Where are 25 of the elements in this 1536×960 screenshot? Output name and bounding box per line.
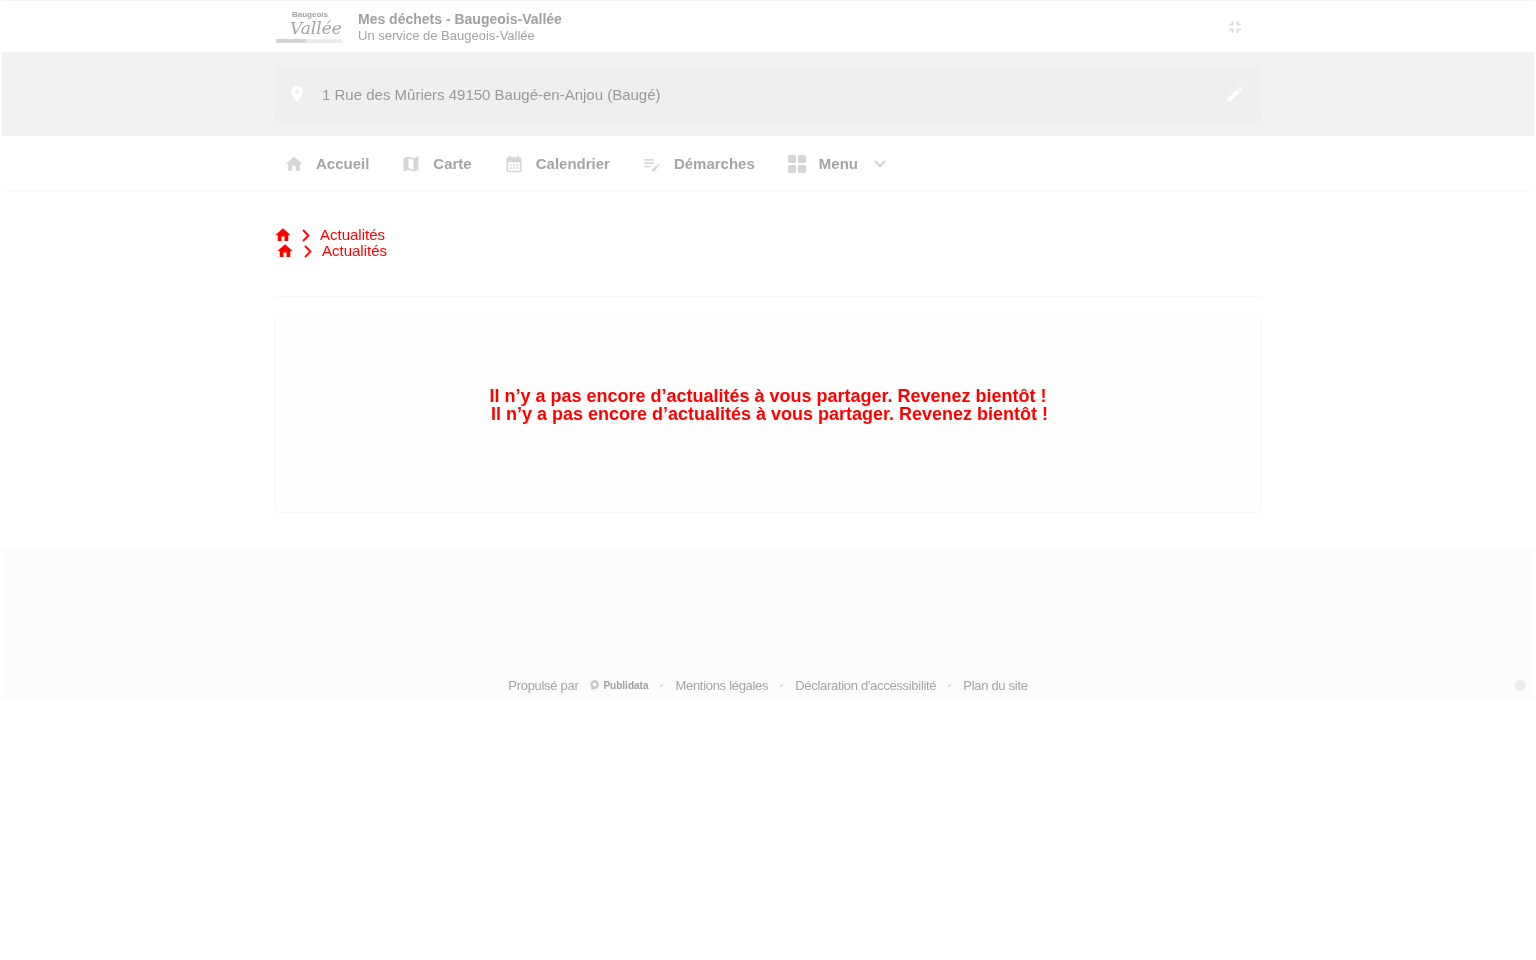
home-icon[interactable] [276, 242, 294, 260]
logo-text: Baugeois [292, 10, 328, 19]
footer-link[interactable]: Plan du site [963, 677, 1028, 693]
logo-script-text: Vallée [290, 19, 342, 37]
home-icon[interactable] [274, 226, 292, 244]
publidata-link[interactable]: Publidata [590, 679, 649, 691]
nav-link[interactable]: Calendrier [493, 145, 620, 182]
powered-by-text: Propulsé par [508, 677, 579, 693]
breadcrumb-current: Actualités [320, 227, 386, 243]
nav-link[interactable]: Accueil [274, 145, 380, 182]
footer-link[interactable]: Mentions légales [675, 677, 769, 693]
site-subtitle: Un service de Baugeois-Vallée [358, 27, 536, 43]
nav-link[interactable]: Démarches [631, 145, 765, 182]
nav-link[interactable]: Menu [776, 145, 896, 182]
empty-news-message: Il n’y a pas encore d’actualités à vous partager. Revenez bientôt ! [489, 387, 1047, 405]
breadcrumb-current: Actualités [322, 243, 388, 259]
logo-bar-icon [276, 39, 342, 43]
footer-link[interactable]: Déclaration d'accessibilité [795, 677, 937, 693]
chevron-icon [302, 228, 310, 242]
grid-icon [786, 153, 807, 174]
site-title: Mes déchets - Baugeois-Vallée [358, 10, 563, 28]
empty-news-message: Il n’y a pas encore d’actualités à vous partager. Revenez bientôt ! [489, 405, 1049, 423]
chevron-icon [304, 244, 312, 258]
nav-link[interactable]: Carte [391, 145, 482, 182]
speech-bubble-icon [590, 680, 600, 690]
